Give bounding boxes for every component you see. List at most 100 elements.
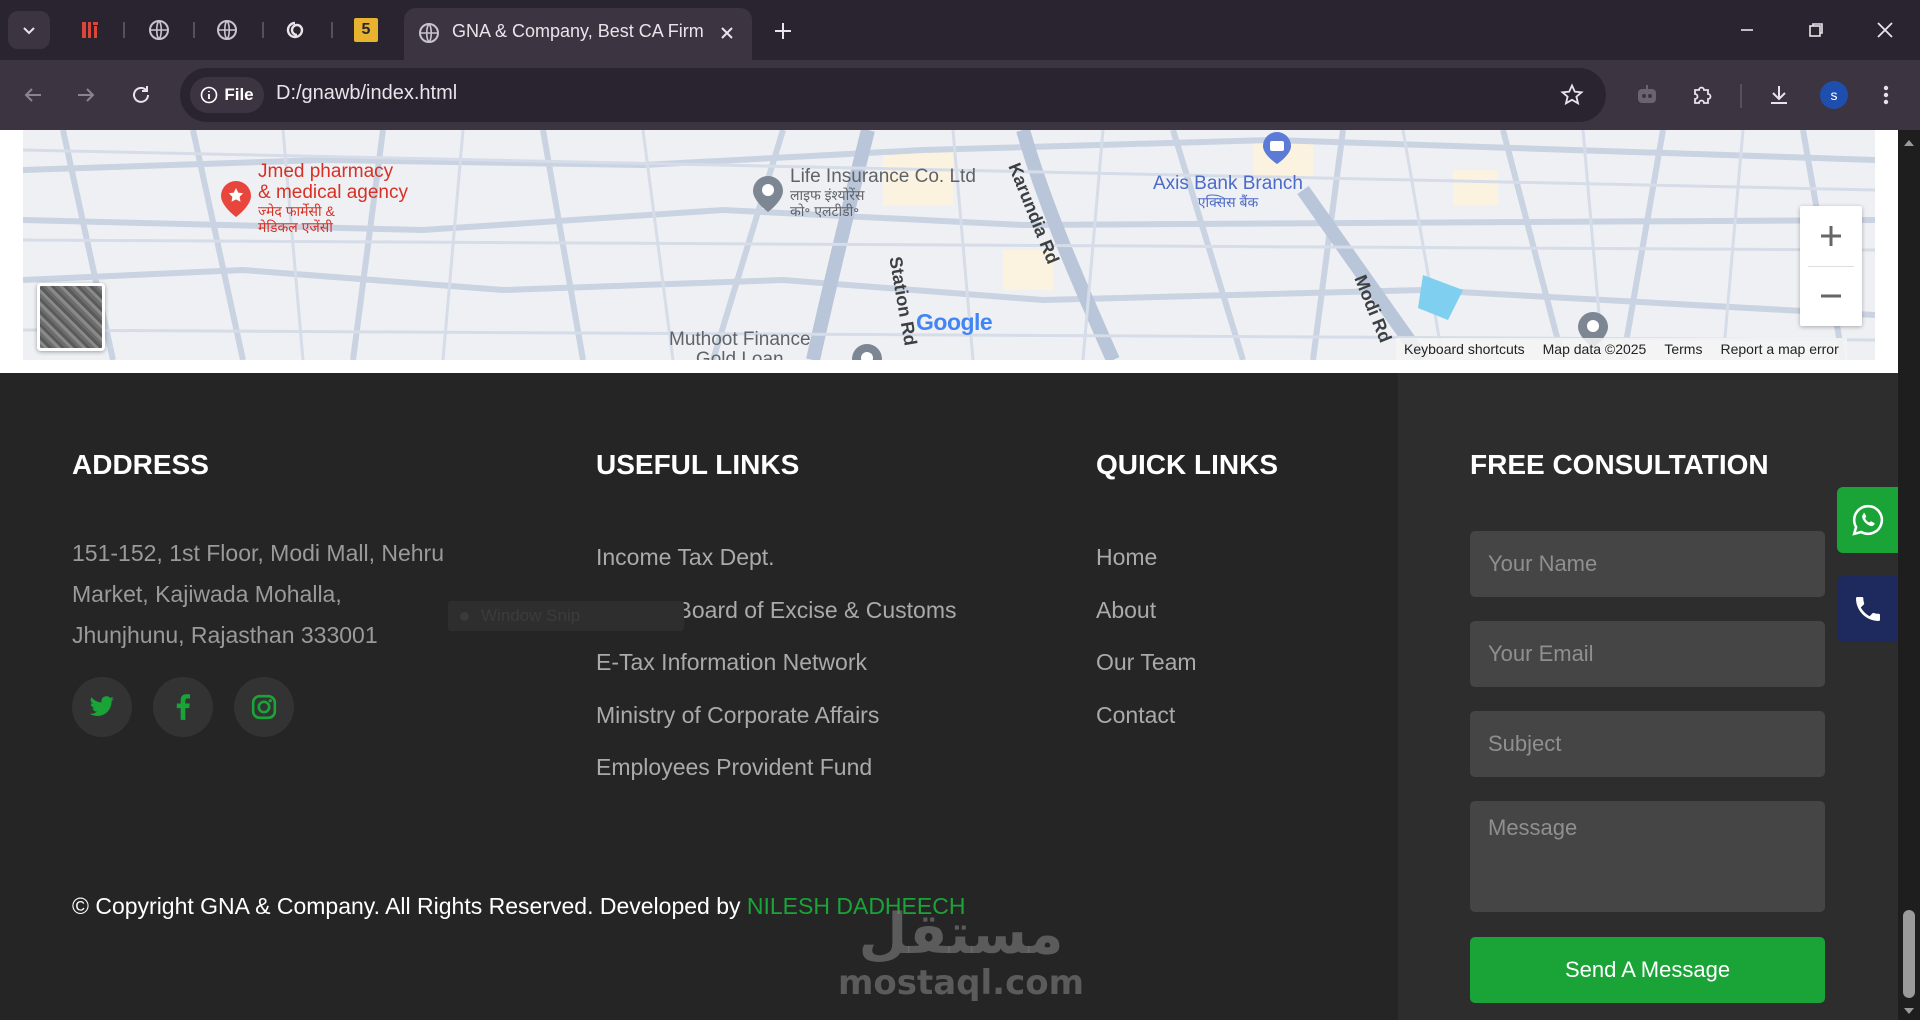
new-tab-button[interactable] <box>766 14 800 48</box>
pinned-tab-4[interactable] <box>279 14 311 46</box>
restore-icon <box>1809 23 1823 37</box>
site-info-label: File <box>224 85 254 104</box>
pinned-tab-5[interactable]: 5 <box>350 14 382 46</box>
phone-icon <box>1855 597 1880 621</box>
star-icon <box>1560 83 1584 106</box>
muthoot-pin-icon[interactable] <box>849 342 885 360</box>
poi-text: Life Insurance Co. Ltd <box>790 166 976 187</box>
profile-avatar[interactable]: s <box>1820 81 1848 109</box>
active-tab[interactable]: GNA & Company, Best CA Firm <box>404 8 752 60</box>
poi-text: Axis Bank Branch <box>1153 173 1303 194</box>
send-message-button[interactable]: Send A Message <box>1470 937 1825 1003</box>
pinned-tab-1[interactable] <box>74 14 106 46</box>
window-snip-label: Window Snip <box>481 606 581 625</box>
watermark-url: mostaql.com <box>837 963 1085 1003</box>
plus-icon <box>1821 226 1841 246</box>
poi-insurance-label[interactable]: Life Insurance Co. Ltd लाइफ इंश्योरेंस क… <box>790 166 976 220</box>
tab-separator <box>193 22 195 38</box>
poi-text: को॰ एलटीडी॰ <box>790 203 860 219</box>
more-vertical-icon <box>1883 85 1889 105</box>
useful-link-corporate-affairs[interactable]: Ministry of Corporate Affairs <box>596 689 956 742</box>
facebook-button[interactable] <box>153 677 213 737</box>
download-icon <box>1771 86 1787 104</box>
spiral-logo-icon <box>286 21 304 39</box>
zoom-in-button[interactable] <box>1800 206 1862 266</box>
useful-link-etax-network[interactable]: E-Tax Information Network <box>596 636 956 689</box>
scroll-up-icon[interactable] <box>1903 138 1915 148</box>
watermark-arabic: مستقل <box>858 902 1064 967</box>
quick-link-our-team[interactable]: Our Team <box>1096 636 1197 689</box>
extension-button[interactable] <box>1627 75 1667 115</box>
name-input[interactable] <box>1470 531 1825 597</box>
robot-icon <box>1638 85 1656 103</box>
chevron-down-icon <box>23 27 35 35</box>
downloads-button[interactable] <box>1759 75 1799 115</box>
browser-menu-button[interactable] <box>1866 75 1906 115</box>
close-window-button[interactable] <box>1860 10 1910 50</box>
pharmacy-pin-icon[interactable] <box>218 179 254 219</box>
quick-link-contact[interactable]: Contact <box>1096 689 1197 742</box>
bank-pin-icon[interactable] <box>1259 130 1295 166</box>
message-textarea[interactable] <box>1470 801 1825 912</box>
quick-links-heading: QUICK LINKS <box>1096 449 1278 480</box>
address-line: Jhunjhunu, Rajasthan 333001 <box>72 622 378 648</box>
tab-close-button[interactable] <box>714 20 740 46</box>
page-scrollbar[interactable] <box>1898 130 1920 1020</box>
twitter-button[interactable] <box>72 677 132 737</box>
poi-pharmacy-label[interactable]: Jmed pharmacy & medical agency ज्मेद फार… <box>258 161 408 235</box>
email-input[interactable] <box>1470 621 1825 687</box>
info-icon <box>201 86 218 104</box>
google-map[interactable]: Jmed pharmacy & medical agency ज्मेद फार… <box>23 130 1875 360</box>
poi-muthoot-label[interactable]: Muthoot Finance Gold Loan <box>669 330 811 361</box>
site-info-chip[interactable]: File <box>190 77 264 113</box>
subject-input[interactable] <box>1470 711 1825 777</box>
globe-icon <box>149 20 169 40</box>
useful-link-provident-fund[interactable]: Employees Provident Fund <box>596 741 956 794</box>
phone-button[interactable] <box>1837 576 1898 642</box>
poi-text: एक्सिस बैंक <box>1197 194 1259 210</box>
quick-link-about[interactable]: About <box>1096 584 1197 637</box>
minimize-button[interactable] <box>1722 10 1772 50</box>
url-text[interactable]: D:/gnawb/index.html <box>276 82 457 105</box>
whatsapp-icon <box>1851 504 1883 536</box>
instagram-button[interactable] <box>234 677 294 737</box>
poi-text: & medical agency <box>258 182 408 203</box>
address-text: 151-152, 1st Floor, Modi Mall, Nehru Mar… <box>72 533 472 656</box>
pinned-tab-2[interactable] <box>143 14 175 46</box>
useful-link-income-tax[interactable]: Income Tax Dept. <box>596 531 956 584</box>
globe-icon <box>419 23 439 43</box>
poi-text: Gold Loan <box>695 349 784 361</box>
poi-axis-bank-label[interactable]: Axis Bank Branch एक्सिस बैंक <box>1153 173 1303 211</box>
insurance-pin-icon[interactable] <box>750 174 786 214</box>
restore-button[interactable] <box>1791 10 1841 50</box>
google-logo[interactable]: Google <box>916 309 993 336</box>
report-map-error-link[interactable]: Report a map error <box>1720 341 1838 357</box>
terms-link[interactable]: Terms <box>1664 341 1702 357</box>
whatsapp-button[interactable] <box>1837 487 1898 553</box>
tab-search-button[interactable] <box>8 11 50 49</box>
keyboard-shortcuts-link[interactable]: Keyboard shortcuts <box>1404 341 1525 357</box>
puzzle-icon <box>1694 86 1712 104</box>
tab-separator <box>262 22 264 38</box>
pinned-tab-3[interactable] <box>211 14 243 46</box>
pinned-tab-badge: 5 <box>361 21 371 38</box>
back-button[interactable] <box>13 75 53 115</box>
extensions-menu-button[interactable] <box>1682 75 1722 115</box>
zoom-out-button[interactable] <box>1800 266 1862 326</box>
poi-text: ज्मेद फार्मेसी & <box>258 203 335 219</box>
scrollbar-thumb[interactable] <box>1903 910 1915 998</box>
poi-text: मेडिकल एजेंसी <box>258 219 333 235</box>
bookmark-button[interactable] <box>1552 75 1592 115</box>
minus-icon <box>1821 294 1841 298</box>
forward-button[interactable] <box>66 75 106 115</box>
map-layer-toggle[interactable] <box>37 283 105 351</box>
badge-icon: 5 <box>354 18 378 42</box>
reload-button[interactable] <box>121 75 161 115</box>
scroll-down-icon[interactable] <box>1903 1006 1915 1016</box>
quick-link-home[interactable]: Home <box>1096 531 1197 584</box>
active-tab-title: GNA & Company, Best CA Firm <box>452 21 704 41</box>
record-dot-icon <box>460 611 469 621</box>
zoom-control <box>1800 206 1862 326</box>
poi-text: Jmed pharmacy <box>258 161 394 182</box>
facebook-icon <box>176 694 190 720</box>
